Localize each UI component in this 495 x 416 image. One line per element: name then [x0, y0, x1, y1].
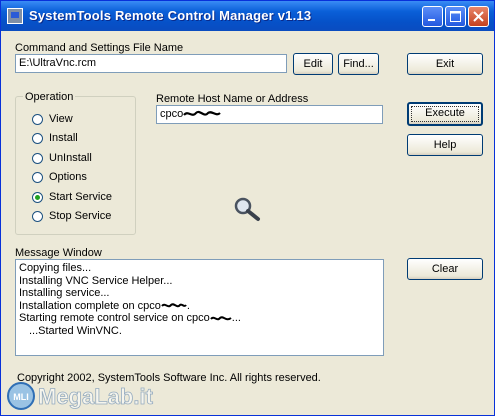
radio-stop-service[interactable]: Stop Service	[32, 210, 132, 224]
radio-label: View	[49, 113, 73, 125]
search-icon[interactable]	[233, 196, 261, 222]
radio-start-service[interactable]: Start Service	[32, 191, 132, 205]
operation-group-title: Operation	[23, 91, 76, 103]
remote-host-value: cpco	[160, 108, 184, 120]
title-bar[interactable]: SystemTools Remote Control Manager v1.13	[1, 1, 494, 31]
maximize-icon	[450, 11, 461, 22]
radio-indicator[interactable]	[32, 133, 43, 144]
megalab-watermark: MLI MegaLab.it	[7, 382, 154, 410]
radio-options[interactable]: Options	[32, 171, 132, 185]
edit-button[interactable]: Edit	[293, 53, 333, 75]
message-line: ...Started WinVNC.	[29, 324, 122, 337]
file-name-input[interactable]: E:\UltraVnc.rcm	[15, 54, 287, 73]
redaction-scribble	[209, 315, 232, 320]
radio-label: UnInstall	[49, 152, 92, 164]
radio-label: Install	[49, 132, 78, 144]
minimize-button[interactable]	[422, 6, 443, 27]
message-line-suffix: .	[186, 299, 190, 312]
message-window[interactable]: Copying files... Installing VNC Service …	[15, 259, 384, 356]
radio-indicator-selected[interactable]	[32, 192, 43, 203]
watermark-text: MegaLab.it	[38, 384, 154, 409]
find-button[interactable]: Find...	[338, 53, 379, 75]
message-line: Installation complete on cpco.	[19, 300, 380, 313]
remote-host-label: Remote Host Name or Address	[156, 93, 309, 105]
execute-button[interactable]: Execute	[407, 102, 483, 126]
message-line: Copying files...	[19, 262, 92, 274]
window-title: SystemTools Remote Control Manager v1.13	[29, 8, 312, 23]
remote-host-input[interactable]: cpco	[156, 105, 383, 124]
file-name-label: Command and Settings File Name	[15, 42, 184, 54]
watermark-badge: MLI	[13, 392, 29, 402]
radio-view[interactable]: View	[32, 113, 132, 127]
radio-label: Start Service	[49, 191, 112, 203]
app-icon	[7, 8, 23, 24]
message-line: Starting remote control service on cpco.…	[19, 312, 380, 325]
message-line: Installing VNC Service Helper...	[19, 274, 173, 287]
close-button[interactable]	[468, 6, 489, 27]
radio-indicator[interactable]	[32, 172, 43, 183]
minimize-icon	[428, 19, 435, 21]
exit-button[interactable]: Exit	[407, 53, 483, 75]
radio-label: Stop Service	[49, 210, 112, 222]
message-line: Installing service...	[19, 287, 110, 299]
close-icon	[473, 11, 484, 22]
maximize-button[interactable]	[445, 6, 466, 27]
message-line-text: Installation complete on cpco	[19, 299, 161, 312]
message-line-suffix: ...	[231, 312, 241, 324]
radio-indicator[interactable]	[32, 114, 43, 125]
redaction-scribble	[161, 303, 187, 308]
message-window-label: Message Window	[15, 247, 102, 259]
radio-label: Options	[49, 171, 87, 183]
app-window: SystemTools Remote Control Manager v1.13…	[0, 0, 495, 416]
clear-button[interactable]: Clear	[407, 258, 483, 280]
help-button[interactable]: Help	[407, 134, 483, 156]
radio-indicator[interactable]	[32, 153, 43, 164]
radio-indicator[interactable]	[32, 211, 43, 222]
radio-install[interactable]: Install	[32, 132, 132, 146]
radio-uninstall[interactable]: UnInstall	[32, 152, 132, 166]
message-line-text: Starting remote control service on cpco	[19, 312, 210, 324]
redaction-scribble	[183, 111, 222, 116]
